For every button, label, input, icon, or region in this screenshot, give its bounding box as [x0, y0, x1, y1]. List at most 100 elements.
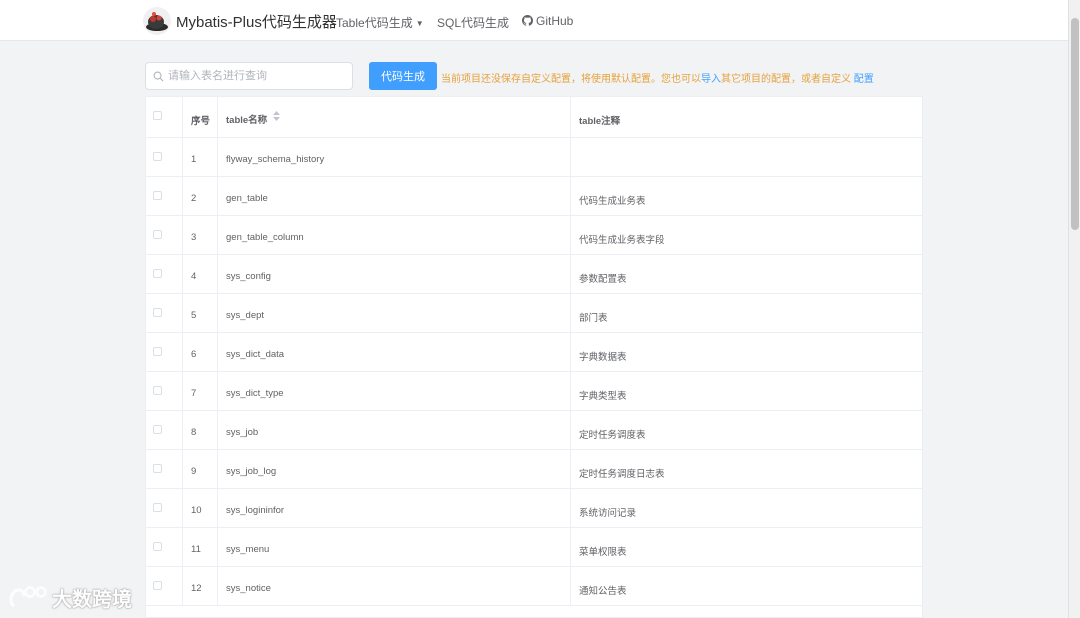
table-search-box[interactable]	[145, 62, 353, 90]
app-title[interactable]: Mybatis-Plus代码生成器	[176, 11, 337, 32]
row-name-cell: sys_dept	[218, 294, 571, 332]
row-check-cell	[146, 411, 183, 449]
notice-text-2: 其它项目的配置，或者自定义	[721, 74, 851, 85]
nav-github[interactable]: GitHub	[522, 14, 573, 28]
row-check-cell	[146, 138, 183, 176]
row-name-cell: gen_table_column	[218, 216, 571, 254]
row-comment-cell: 定时任务调度日志表	[571, 450, 922, 488]
table-row[interactable]: 1 flyway_schema_history	[146, 138, 922, 177]
row-index-cell: 7	[183, 372, 218, 410]
row-table-name: sys_logininfor	[226, 505, 285, 516]
row-check-cell	[146, 567, 183, 605]
row-comment-cell: 代码生成业务表字段	[571, 216, 922, 254]
header-name-cell[interactable]: table名称	[218, 97, 571, 137]
row-name-cell: sys_job_log	[218, 450, 571, 488]
row-index-cell: 6	[183, 333, 218, 371]
row-index: 11	[191, 544, 201, 555]
row-checkbox[interactable]	[153, 230, 162, 239]
row-index: 3	[191, 232, 197, 243]
custom-config-link[interactable]: 配置	[854, 74, 874, 85]
notice-text-1: 当前项目还没保存自定义配置，将使用默认配置。您也可以	[441, 74, 701, 85]
watermark: 大数跨境	[8, 583, 132, 612]
page-scrollbar[interactable]	[1068, 0, 1080, 618]
row-index-cell: 2	[183, 177, 218, 215]
table-row[interactable]: 9 sys_job_log 定时任务调度日志表	[146, 450, 922, 489]
table-row[interactable]: 7 sys_dict_type 字典类型表	[146, 372, 922, 411]
row-comment-cell: 参数配置表	[571, 255, 922, 293]
row-comment-cell: 定时任务调度表	[571, 411, 922, 449]
row-table-name: sys_notice	[226, 583, 271, 594]
nav-sql-codegen[interactable]: SQL代码生成	[437, 14, 509, 31]
nav-table-codegen[interactable]: Table代码生成 ▼	[336, 14, 424, 31]
row-check-cell	[146, 294, 183, 332]
row-table-name: flyway_schema_history	[226, 154, 325, 165]
row-index: 1	[191, 154, 197, 165]
sort-icon[interactable]	[273, 111, 280, 121]
table-row[interactable]: 3 gen_table_column 代码生成业务表字段	[146, 216, 922, 255]
table-row[interactable]: 10 sys_logininfor 系统访问记录	[146, 489, 922, 528]
row-table-name: sys_job_log	[226, 466, 277, 477]
row-index-cell: 11	[183, 528, 218, 566]
row-name-cell: sys_dict_data	[218, 333, 571, 371]
row-table-comment: 部门表	[579, 313, 608, 324]
row-checkbox[interactable]	[153, 581, 162, 590]
table-row[interactable]: 4 sys_config 参数配置表	[146, 255, 922, 294]
watermark-text: 大数跨境	[52, 589, 132, 611]
row-comment-cell: 代码生成业务表	[571, 177, 922, 215]
row-checkbox[interactable]	[153, 308, 162, 317]
nav-table-codegen-label: Table代码生成	[336, 16, 413, 30]
row-check-cell	[146, 177, 183, 215]
row-comment-cell: 通知公告表	[571, 567, 922, 605]
scrollbar-thumb[interactable]	[1071, 18, 1079, 230]
row-checkbox[interactable]	[153, 542, 162, 551]
row-checkbox[interactable]	[153, 425, 162, 434]
row-table-name: gen_table_column	[226, 232, 304, 243]
nav-github-label: GitHub	[536, 14, 574, 28]
row-comment-cell	[571, 138, 922, 176]
row-table-comment: 参数配置表	[579, 274, 627, 285]
generate-code-button[interactable]: 代码生成	[369, 62, 437, 90]
row-checkbox[interactable]	[153, 347, 162, 356]
row-name-cell: sys_notice	[218, 567, 571, 605]
row-checkbox[interactable]	[153, 269, 162, 278]
row-name-cell: gen_table	[218, 177, 571, 215]
row-comment-cell: 字典类型表	[571, 372, 922, 410]
row-checkbox[interactable]	[153, 191, 162, 200]
row-checkbox[interactable]	[153, 464, 162, 473]
caret-down-icon: ▼	[415, 19, 424, 29]
column-header-name[interactable]: table名称	[226, 112, 267, 126]
header-index-cell: 序号	[183, 97, 218, 137]
table-row[interactable]: 6 sys_dict_data 字典数据表	[146, 333, 922, 372]
table-search-input[interactable]	[166, 66, 346, 86]
row-name-cell: sys_menu	[218, 528, 571, 566]
table-row[interactable]: 8 sys_job 定时任务调度表	[146, 411, 922, 450]
select-all-checkbox[interactable]	[153, 111, 162, 120]
row-check-cell	[146, 333, 183, 371]
row-comment-cell: 部门表	[571, 294, 922, 332]
column-header-index: 序号	[191, 116, 211, 127]
row-checkbox[interactable]	[153, 386, 162, 395]
import-config-link[interactable]: 导入	[701, 74, 721, 85]
row-index-cell: 12	[183, 567, 218, 605]
row-index-cell: 9	[183, 450, 218, 488]
search-icon	[153, 71, 164, 82]
row-index: 4	[191, 271, 197, 282]
row-checkbox[interactable]	[153, 503, 162, 512]
row-check-cell	[146, 528, 183, 566]
row-index-cell: 1	[183, 138, 218, 176]
row-index: 5	[191, 310, 197, 321]
table-row[interactable]: 11 sys_menu 菜单权限表	[146, 528, 922, 567]
table-row[interactable]: 12 sys_notice 通知公告表	[146, 567, 922, 606]
nav-sql-codegen-label: SQL代码生成	[437, 16, 510, 30]
row-checkbox[interactable]	[153, 152, 162, 161]
table-row[interactable]: 2 gen_table 代码生成业务表	[146, 177, 922, 216]
row-table-comment: 系统访问记录	[579, 508, 637, 519]
row-table-comment: 定时任务调度日志表	[579, 469, 665, 480]
github-icon	[522, 15, 533, 26]
table-row[interactable]: 5 sys_dept 部门表	[146, 294, 922, 333]
row-index-cell: 8	[183, 411, 218, 449]
row-table-comment: 定时任务调度表	[579, 430, 646, 441]
header-comment-cell: table注释	[571, 97, 922, 137]
row-name-cell: sys_config	[218, 255, 571, 293]
row-comment-cell: 菜单权限表	[571, 528, 922, 566]
